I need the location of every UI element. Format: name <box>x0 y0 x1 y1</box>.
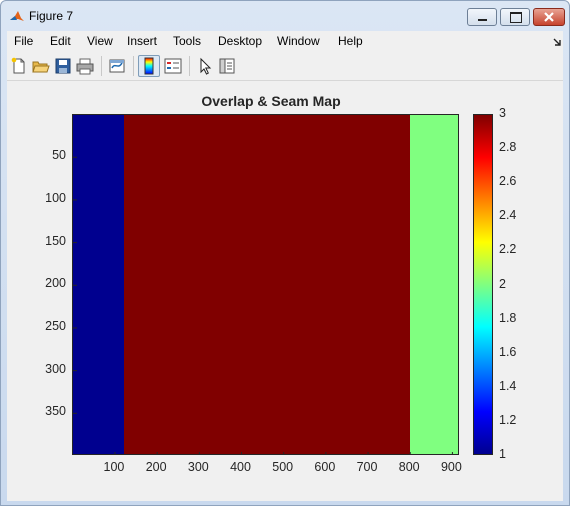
x-tick-label: 100 <box>103 460 125 474</box>
figure-window: Figure 7 File Edit View Insert Tools Des… <box>0 0 570 506</box>
colorbar-tick-label: 3 <box>499 106 506 120</box>
y-tick-label: 50 <box>52 148 66 163</box>
minimize-button[interactable] <box>467 8 497 26</box>
menu-insert[interactable]: Insert <box>127 34 157 48</box>
colorbar-tick-label: 1.4 <box>499 378 517 393</box>
colorbar-tick-label: 1.2 <box>499 412 517 427</box>
menu-desktop[interactable]: Desktop <box>218 34 262 48</box>
undock-arrow-icon[interactable] <box>552 37 562 47</box>
colorbar-tick-label: 1.6 <box>499 344 517 359</box>
x-tick-label: 200 <box>145 460 167 474</box>
legend-icon[interactable] <box>163 56 183 76</box>
toolbar-separator <box>133 56 134 76</box>
x-tick-label: 500 <box>272 460 294 474</box>
save-icon[interactable] <box>53 56 73 76</box>
toolbar-separator <box>189 56 190 76</box>
x-tick-label: 300 <box>187 460 209 474</box>
colorbar-tick-label: 2.6 <box>499 174 517 189</box>
menu-file[interactable]: File <box>14 34 33 48</box>
heatmap-axes[interactable] <box>72 114 459 455</box>
menu-bar: File Edit View Insert Tools Desktop Wind… <box>7 31 563 52</box>
window-title: Figure 7 <box>29 9 74 23</box>
colorbar-icon <box>144 57 154 75</box>
x-tick-label: 600 <box>314 460 336 474</box>
colorbar-tick-label: 2.4 <box>499 208 517 223</box>
menu-edit[interactable]: Edit <box>50 34 71 48</box>
axes-tick-marks <box>73 156 453 454</box>
colorbar[interactable] <box>473 114 493 455</box>
property-inspector-icon[interactable] <box>217 56 237 76</box>
colorbar-tick-label: 2.8 <box>499 140 517 155</box>
figure-toolbar <box>7 52 563 81</box>
edit-plot-arrow-icon[interactable] <box>195 56 215 76</box>
maximize-button[interactable] <box>500 8 530 26</box>
y-tick-label: 100 <box>45 190 66 205</box>
colorbar-tick-label: 2 <box>499 276 506 291</box>
close-button[interactable] <box>533 8 565 26</box>
x-tick-label: 800 <box>398 460 420 474</box>
menu-tools[interactable]: Tools <box>173 34 201 48</box>
plot-title: Overlap & Seam Map <box>201 93 341 109</box>
y-tick-label: 200 <box>45 276 66 291</box>
menu-view[interactable]: View <box>87 34 113 48</box>
link-plot-icon[interactable] <box>107 56 127 76</box>
figure-canvas: Overlap & Seam Map 50 100 150 200 250 300 350 1… <box>7 81 563 501</box>
title-bar[interactable]: Figure 7 <box>1 1 569 31</box>
new-figure-icon[interactable] <box>9 56 29 76</box>
close-icon <box>544 12 554 22</box>
y-tick-label: 150 <box>45 233 66 248</box>
x-tick-label: 900 <box>440 460 462 474</box>
colorbar-tick-label: 1 <box>499 447 506 461</box>
colorbar-tick-label: 2.2 <box>499 242 517 257</box>
y-tick-label: 350 <box>45 404 66 419</box>
colorbar-tick-label: 1.8 <box>499 310 517 325</box>
menu-window[interactable]: Window <box>277 34 320 48</box>
y-tick-label: 250 <box>45 318 66 333</box>
matlab-logo-icon <box>10 11 24 21</box>
y-tick-label: 300 <box>45 361 66 376</box>
insert-colorbar-button[interactable] <box>138 55 160 77</box>
print-icon[interactable] <box>75 56 95 76</box>
toolbar-separator <box>101 56 102 76</box>
x-tick-label: 400 <box>230 460 251 474</box>
open-file-icon[interactable] <box>31 56 51 76</box>
x-tick-label: 700 <box>356 460 378 474</box>
menu-help[interactable]: Help <box>338 34 363 48</box>
